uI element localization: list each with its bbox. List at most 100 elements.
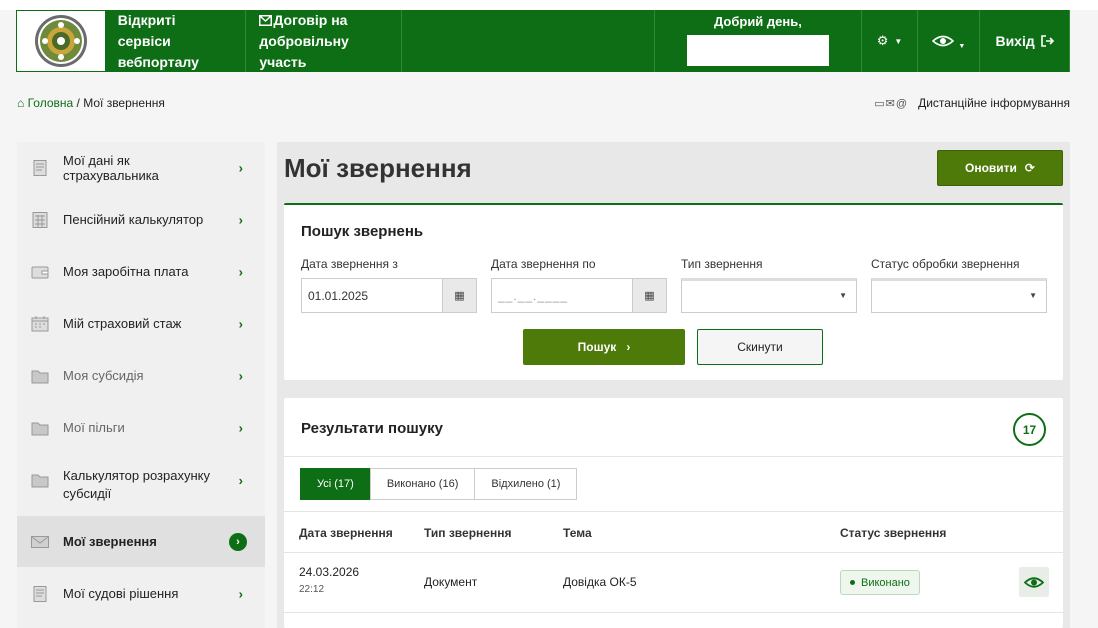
sidebar-item-label: Мій страховий стаж [63,316,182,331]
breadcrumb-home[interactable]: ⌂ Головна [17,96,73,110]
date-from-label: Дата звернення з [301,257,398,271]
at-icon: @ [895,97,909,110]
distance-info-link[interactable]: ▭✉@ Дистанційне інформування [874,96,1070,110]
chevron-right-icon: › [238,316,243,331]
gear-icon: ⚙ [876,33,889,48]
caret-down-icon: ▼ [958,42,966,50]
sidebar-item-court-decisions[interactable]: Мої судові рішення › [17,568,265,620]
folder-icon [31,422,49,435]
request-type-select[interactable]: ▼ [681,278,857,313]
monitor-icon: ▭ [874,97,886,110]
services-link[interactable]: Відкриті сервіси вебпорталу [105,10,247,72]
chevron-right-icon: › [238,212,243,227]
tab-all[interactable]: Усі (17) [300,468,371,500]
request-time: 22:12 [299,584,325,595]
status-dot [850,580,855,585]
results-tabs: Усі (17) Виконано (16) Відхилено (1) [300,468,578,500]
sidebar-item-label: Калькулятор розрахунку субсидії [63,467,210,501]
greeting-block: Добрий день, [655,10,862,72]
emblem-icon [34,15,87,67]
document-icon [33,585,47,602]
sidebar-item-insurance-record[interactable]: Мій страховий стаж › [17,298,265,350]
tab-completed[interactable]: Виконано (16) [369,468,476,500]
refresh-icon: ⟳ [1024,161,1035,175]
sidebar: Мої дані як страхувальника › Пенсійний к… [17,142,265,628]
breadcrumb: ⌂ Головна / Мої звернення [17,96,165,110]
results-count-badge: 17 [1013,413,1046,446]
date-from-value: 01.01.2025 [308,288,369,303]
eye-icon [1024,576,1044,588]
date-to-label: Дата звернення по [491,257,596,271]
calendar-icon[interactable]: ▦ [442,279,476,312]
envelope-icon: ✉ [885,97,896,110]
calendar-icon [31,315,49,331]
column-header-date: Дата звернення [299,526,393,540]
sidebar-item-label: Пенсійний калькулятор [63,212,204,227]
sidebar-item-label: Мої судові рішення [63,586,179,601]
chevron-right-icon: › [238,160,243,175]
column-header-topic: Тема [563,526,592,540]
low-vision-eye-icon [932,35,955,47]
chevron-right-icon: › [238,473,243,488]
results-title: Результати пошуку [301,420,443,437]
sidebar-item-label: Моя субсидія [63,368,144,383]
home-icon: ⌂ [17,96,25,110]
chevron-right-icon: › [238,368,243,383]
reset-button-label: Скинути [737,340,783,354]
wallet-icon [31,266,49,278]
search-button[interactable]: Пошук › [523,329,685,365]
table-row: 24.03.2026 22:12 Документ Довідка ОК-5 В… [284,553,1063,613]
reset-button[interactable]: Скинути [697,329,823,365]
processing-status-label: Статус обробки звернення [871,257,1020,271]
folder-icon [31,474,49,488]
chevron-right-icon: › [238,264,243,279]
sidebar-item-requests[interactable]: Мої звернення › [17,516,265,568]
exit-label: Вихід [995,33,1035,49]
sidebar-item-label: Мої звернення [63,534,157,549]
exit-button[interactable]: Вихід [980,10,1070,72]
request-type: Документ [424,575,478,589]
accessibility-menu[interactable]: ▼ [918,10,981,72]
greeting-text: Добрий день, [713,14,802,29]
sidebar-item-subsidy[interactable]: Моя субсидія › [17,350,265,402]
tab-rejected[interactable]: Відхилено (1) [474,468,578,500]
envelope-icon [259,14,273,26]
main-content: Мої звернення Оновити ⟳ Пошук звернень Д… [277,142,1070,628]
refresh-button[interactable]: Оновити ⟳ [937,150,1063,186]
processing-status-select[interactable]: ▼ [871,278,1047,313]
date-to-field[interactable]: __.__.____ ▦ [491,278,667,313]
search-panel-title: Пошук звернень [301,223,424,240]
breadcrumb-current: Мої звернення [83,96,165,110]
request-type-label: Тип звернення [681,257,763,271]
chevron-circle-right-icon: › [229,533,247,551]
sign-out-icon [1040,35,1054,47]
sidebar-item-pension-calculator[interactable]: Пенсійний калькулятор › [17,194,265,246]
distance-channels-icons: ▭✉@ [874,97,908,110]
contract-link[interactable]: Договір на добровільну участь [246,10,402,72]
breadcrumb-separator: / [76,96,80,110]
document-icon [33,159,47,176]
sidebar-item-insurer-data[interactable]: Мої дані як страхувальника › [17,142,265,194]
sidebar-item-benefits[interactable]: Мої пільги › [17,402,265,454]
search-button-label: Пошук [577,340,617,354]
top-strip [0,0,1098,10]
caret-down-icon: ▼ [839,291,847,300]
request-date: 24.03.2026 [299,565,360,579]
date-from-field[interactable]: 01.01.2025 ▦ [301,278,477,313]
sidebar-item-subsidy-calculator[interactable]: Калькулятор розрахунку субсидії › [17,454,265,516]
page-title: Мої звернення [284,153,472,183]
logo[interactable] [17,11,105,71]
services-label: Відкриті сервіси вебпорталу [117,11,199,70]
header: Відкриті сервіси вебпорталу Договір на д… [16,10,1070,72]
calculator-icon [32,211,48,228]
search-panel: Пошук звернень Дата звернення з 01.01.20… [284,203,1063,380]
view-button[interactable] [1019,567,1049,597]
sidebar-item-salary[interactable]: Моя заробітна плата › [17,246,265,298]
folder-icon [31,370,49,383]
distance-info-label: Дистанційне інформування [918,96,1070,110]
calendar-icon[interactable]: ▦ [632,279,666,312]
status-text: Виконано [861,576,910,589]
contract-label: Договір на добровільну участь [259,11,349,70]
settings-menu[interactable]: ⚙ ▼ [862,10,919,72]
refresh-label: Оновити [965,161,1017,175]
